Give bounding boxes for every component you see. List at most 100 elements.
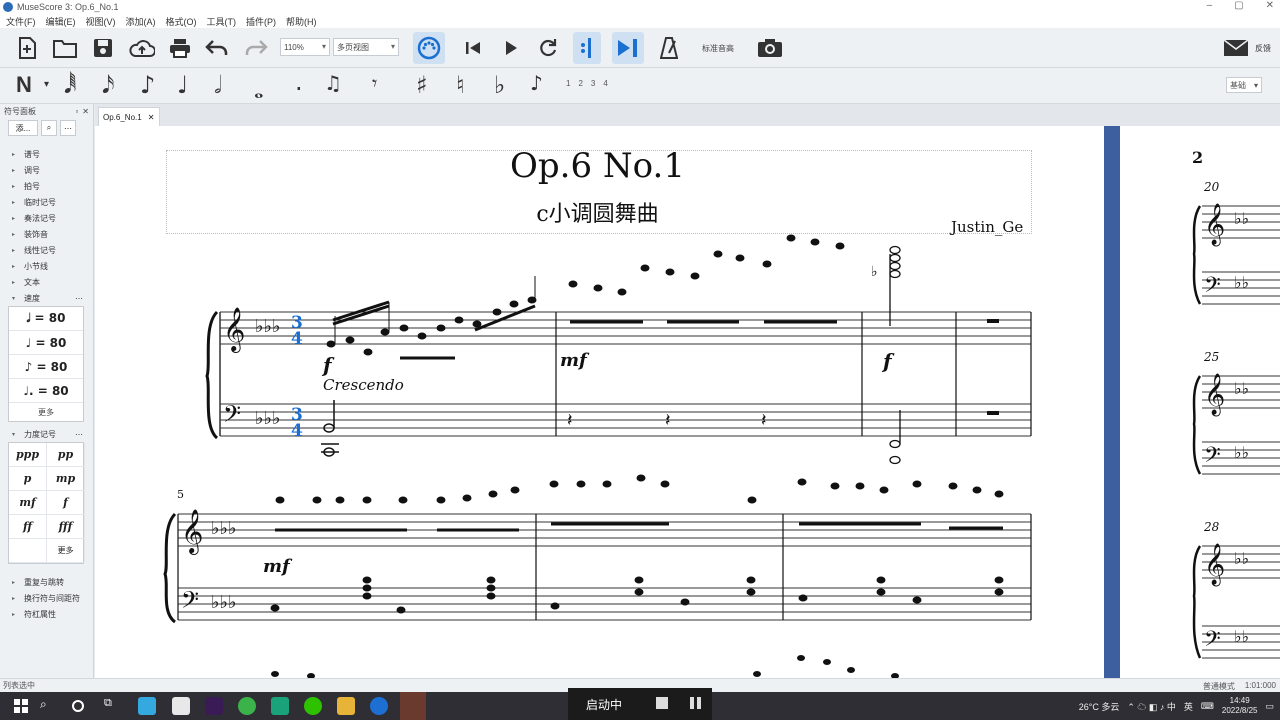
dynamic-item[interactable]: mp bbox=[47, 467, 85, 491]
menu-edit[interactable]: 编辑(E) bbox=[46, 15, 76, 28]
search-icon[interactable]: ⌕ bbox=[41, 120, 57, 136]
file-explorer-icon[interactable] bbox=[337, 697, 355, 715]
voice-1-button[interactable]: 1 bbox=[566, 79, 570, 88]
dynamic-item[interactable]: f bbox=[47, 491, 85, 515]
sixteenth-note-icon[interactable]: 𝅘𝅥𝅯 bbox=[102, 73, 114, 97]
open-folder-icon[interactable] bbox=[53, 37, 77, 59]
palette-section[interactable]: ▸ 调号 bbox=[12, 162, 93, 178]
palette-section[interactable]: ▸ 文本 bbox=[12, 274, 93, 290]
rewind-icon[interactable] bbox=[462, 38, 484, 58]
tray-icons[interactable]: ⌃ ☁ ◧ ♪ 中 bbox=[1127, 700, 1176, 713]
undo-icon[interactable] bbox=[205, 37, 229, 59]
palette-section[interactable]: ▸ 拍号 bbox=[12, 178, 93, 194]
palette-section[interactable]: ▸ 临时记号 bbox=[12, 194, 93, 210]
whole-note-icon[interactable]: 𝅝 bbox=[254, 78, 264, 102]
concert-pitch-toggle[interactable]: 标准音高 bbox=[696, 40, 740, 56]
voice-3-button[interactable]: 3 bbox=[591, 79, 595, 88]
stop-icon[interactable] bbox=[656, 697, 668, 709]
musescore-taskbar-icon[interactable] bbox=[172, 697, 190, 715]
dynamic-item[interactable]: p bbox=[9, 467, 47, 491]
premiere-icon[interactable] bbox=[205, 697, 223, 715]
more-options-icon[interactable]: ⋯ bbox=[75, 430, 83, 439]
more-options-icon[interactable]: ⋯ bbox=[75, 294, 83, 303]
clock[interactable]: 14:49 2022/8/25 bbox=[1222, 696, 1258, 716]
tempo-item[interactable]: ♩. = 80 bbox=[9, 379, 83, 403]
add-palette-button[interactable]: 添... bbox=[8, 120, 38, 136]
palette-section[interactable]: ▸ 符杠属性 bbox=[12, 606, 93, 622]
flat-icon[interactable]: ♭ bbox=[494, 73, 505, 97]
dynamic-item[interactable]: ff bbox=[9, 515, 47, 539]
dynamic-item[interactable]: fff bbox=[47, 515, 85, 539]
chevron-down-icon[interactable]: ▾ bbox=[44, 80, 49, 90]
new-file-icon[interactable] bbox=[16, 36, 38, 60]
palette-section[interactable]: ▸ 线性记号 bbox=[12, 242, 93, 258]
view-mode-select[interactable]: 多页视图 ▾ bbox=[333, 38, 399, 56]
quarter-note-icon[interactable]: ♩ bbox=[177, 73, 188, 97]
eighth-note-icon[interactable]: ♪ bbox=[140, 73, 155, 97]
chrome-icon[interactable] bbox=[238, 697, 256, 715]
app-icon[interactable] bbox=[138, 697, 156, 715]
tempo-item[interactable]: ♩ = 80 bbox=[9, 331, 83, 355]
windows-start-icon[interactable] bbox=[12, 697, 30, 715]
score-notation[interactable]: 𝄞 𝄢 ♭♭♭ ♭♭♭ 3 4 3 4 f Crescendo mf 𝄽𝄽𝄽 bbox=[95, 126, 1104, 678]
rest-icon[interactable]: 𝄾 bbox=[372, 73, 377, 93]
task-view-icon[interactable]: ⧉ bbox=[104, 697, 122, 715]
tempo-more-button[interactable]: 更多 bbox=[9, 403, 83, 421]
menu-plugins[interactable]: 插件(P) bbox=[246, 15, 276, 28]
cortana-icon[interactable] bbox=[72, 700, 84, 712]
zoom-select[interactable]: 110% ▾ bbox=[280, 38, 330, 56]
workspace-select[interactable]: 基础 ▾ bbox=[1226, 77, 1262, 93]
tempo-item[interactable]: ♪ = 80 bbox=[9, 355, 83, 379]
active-app-icon[interactable] bbox=[400, 692, 426, 720]
edge-icon[interactable] bbox=[370, 697, 388, 715]
palette-section[interactable]: ▸ 换行符与间距符 bbox=[12, 590, 93, 606]
score-tab[interactable]: Op.6_No.1 ✕ bbox=[98, 107, 160, 126]
natural-icon[interactable]: ♮ bbox=[456, 73, 465, 97]
augmentation-dot-icon[interactable]: . bbox=[295, 70, 303, 94]
half-note-icon[interactable]: 𝅗𝅥 bbox=[214, 73, 222, 97]
redo-icon[interactable] bbox=[244, 37, 268, 59]
wechat-icon[interactable] bbox=[304, 697, 322, 715]
palette-section[interactable]: ▸ 奏法记号 bbox=[12, 210, 93, 226]
loop-icon[interactable] bbox=[537, 37, 559, 59]
score-canvas[interactable]: Op.6 No.1 c小调圆舞曲 Justin_Ge 𝄞 𝄢 ♭♭♭ ♭♭♭ 3… bbox=[95, 126, 1280, 678]
maximize-button[interactable]: ▢ bbox=[1234, 0, 1243, 11]
palette-section[interactable]: ▸ 重复与跳转 bbox=[12, 574, 93, 590]
dynamics-more-button[interactable]: 更多 bbox=[47, 539, 85, 563]
pause-icon[interactable] bbox=[690, 697, 702, 709]
print-icon[interactable] bbox=[168, 37, 192, 59]
upload-cloud-icon[interactable] bbox=[129, 37, 155, 59]
undock-icon[interactable]: ▫ bbox=[75, 107, 78, 116]
score-page-2[interactable]: 2 20 25 28 𝄞 𝄢 ♭♭ ♭♭ 𝄞 𝄢 ♭♭ ♭♭ 𝄞 𝄢 ♭♭ ♭♭ bbox=[1120, 126, 1280, 678]
palette-section-tempo[interactable]: ▾ 速度 ⋯ bbox=[12, 290, 93, 306]
menu-view[interactable]: 视图(V) bbox=[86, 15, 116, 28]
flip-direction-icon[interactable]: ♪ bbox=[530, 73, 543, 93]
voice-2-button[interactable]: 2 bbox=[578, 79, 582, 88]
save-icon[interactable] bbox=[92, 37, 114, 59]
note-input-mode-button[interactable]: N bbox=[16, 74, 32, 96]
palette-section[interactable]: ▸ 装饰音 bbox=[12, 226, 93, 242]
menu-add[interactable]: 添加(A) bbox=[126, 15, 156, 28]
sixtyfourth-note-icon[interactable]: 𝅘𝅥𝅱 bbox=[64, 73, 76, 97]
pan-score-button[interactable] bbox=[612, 32, 644, 64]
dynamic-item[interactable]: mf bbox=[9, 491, 47, 515]
close-button[interactable]: ✕ bbox=[1266, 0, 1274, 11]
midi-input-button[interactable] bbox=[413, 32, 445, 64]
camera-icon[interactable] bbox=[756, 37, 784, 59]
tempo-item[interactable]: 𝅗𝅥 = 80 bbox=[9, 307, 83, 331]
ime-indicator[interactable]: 英 bbox=[1184, 700, 1193, 713]
palette-section[interactable]: ▸ 小节线 bbox=[12, 258, 93, 274]
notification-icon[interactable]: ▭ bbox=[1265, 701, 1274, 712]
app-icon[interactable] bbox=[271, 697, 289, 715]
play-icon[interactable] bbox=[500, 38, 522, 58]
minimize-button[interactable]: – bbox=[1207, 0, 1213, 11]
keyboard-icon[interactable]: ⌨ bbox=[1201, 701, 1214, 712]
palette-section[interactable]: ▸ 谱号 bbox=[12, 146, 93, 162]
voice-4-button[interactable]: 4 bbox=[603, 79, 607, 88]
dynamic-item[interactable]: pp bbox=[47, 443, 85, 467]
menu-format[interactable]: 格式(O) bbox=[166, 15, 197, 28]
menu-file[interactable]: 文件(F) bbox=[6, 15, 36, 28]
feedback-link[interactable]: 反馈 bbox=[1252, 41, 1274, 55]
more-options-icon[interactable]: ⋯ bbox=[60, 120, 76, 136]
search-icon[interactable]: ⌕ bbox=[40, 697, 58, 715]
